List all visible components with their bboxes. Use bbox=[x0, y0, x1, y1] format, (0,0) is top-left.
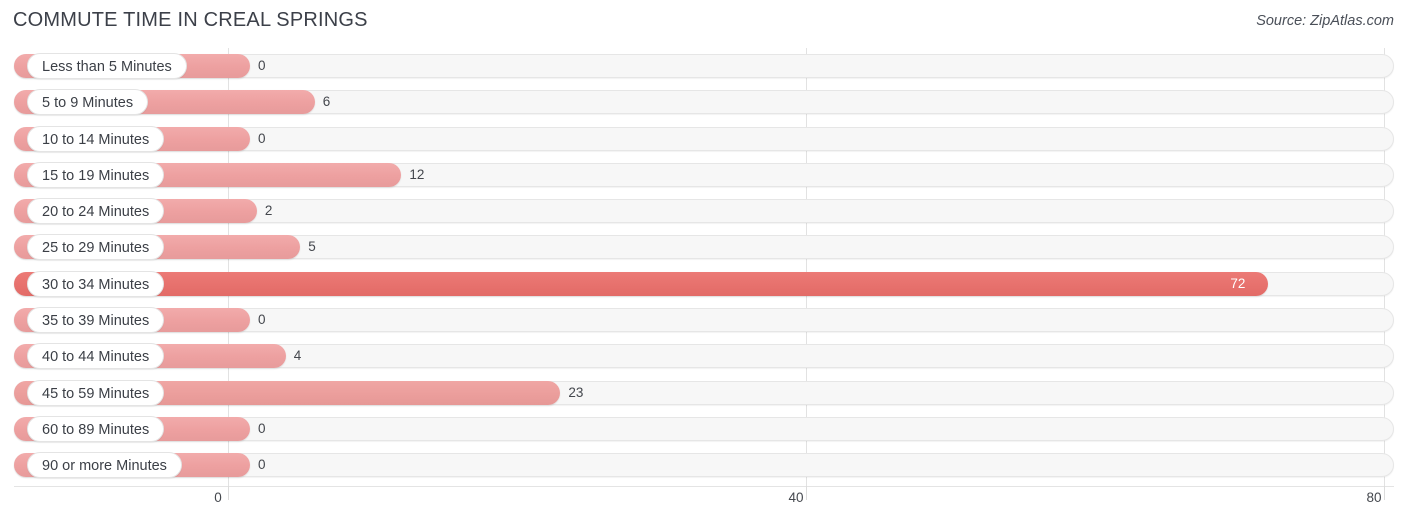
bar[interactable] bbox=[14, 271, 1269, 296]
bar-value-label: 5 bbox=[308, 239, 316, 255]
plot-area: 0 Less than 5 Minutes 6 5 to 9 Minutes 0 10 t… bbox=[0, 48, 1406, 486]
chart-page: COMMUTE TIME IN CREAL SPRINGS Source: Zi… bbox=[0, 0, 1406, 523]
chart-row: 12 15 to 19 Minutes bbox=[0, 157, 1406, 193]
category-label: 20 to 24 Minutes bbox=[27, 198, 165, 225]
bar-value-label: 4 bbox=[293, 348, 302, 364]
axis-tick-label: 40 bbox=[788, 490, 804, 505]
category-label: 90 or more Minutes bbox=[27, 452, 182, 479]
bar-value-label: 0 bbox=[258, 130, 266, 146]
chart-row: 0 60 to 89 Minutes bbox=[0, 411, 1406, 447]
bar-value-label: 0 bbox=[258, 420, 266, 436]
chart-row: 72 30 to 34 Minutes bbox=[0, 266, 1406, 302]
category-label: 60 to 89 Minutes bbox=[27, 415, 165, 442]
page-title: COMMUTE TIME IN CREAL SPRINGS bbox=[13, 9, 368, 31]
category-label: 25 to 29 Minutes bbox=[27, 234, 165, 261]
axis-tick bbox=[1384, 486, 1385, 500]
x-axis: 0 40 80 bbox=[0, 486, 1406, 523]
chart-row: 0 90 or more Minutes bbox=[0, 447, 1406, 483]
category-label: Less than 5 Minutes bbox=[27, 53, 187, 79]
axis-tick-label: 0 bbox=[214, 490, 222, 505]
chart-row: 0 Less than 5 Minutes bbox=[0, 48, 1406, 84]
category-label: 15 to 19 Minutes bbox=[27, 161, 165, 188]
bar-value-label: 0 bbox=[258, 457, 266, 473]
axis-tick bbox=[228, 486, 229, 500]
bar-value-label: 72 bbox=[1230, 275, 1246, 291]
source-attribution: Source: ZipAtlas.com bbox=[1256, 13, 1394, 29]
bar-rows: 0 Less than 5 Minutes 6 5 to 9 Minutes 0 10 t… bbox=[0, 48, 1406, 484]
bar-value-label: 23 bbox=[568, 384, 584, 400]
chart-row: 23 45 to 59 Minutes bbox=[0, 375, 1406, 411]
bar-value-label: 0 bbox=[258, 312, 266, 328]
axis-tick-label: 80 bbox=[1366, 490, 1382, 505]
category-label: 10 to 14 Minutes bbox=[27, 125, 165, 152]
chart-row: 5 25 to 29 Minutes bbox=[0, 229, 1406, 265]
category-label: 40 to 44 Minutes bbox=[27, 343, 165, 370]
bar-value-label: 12 bbox=[409, 166, 425, 182]
chart-row: 2 20 to 24 Minutes bbox=[0, 193, 1406, 229]
bar-value-label: 6 bbox=[322, 94, 331, 110]
category-label: 45 to 59 Minutes bbox=[27, 379, 165, 406]
chart-row: 0 35 to 39 Minutes bbox=[0, 302, 1406, 338]
axis-tick bbox=[806, 486, 807, 500]
bar-value-label: 2 bbox=[264, 203, 273, 219]
bar-value-label: 0 bbox=[258, 58, 266, 73]
category-label: 35 to 39 Minutes bbox=[27, 307, 165, 334]
chart-row: 4 40 to 44 Minutes bbox=[0, 338, 1406, 374]
category-label: 30 to 34 Minutes bbox=[27, 270, 165, 297]
chart-row: 0 10 to 14 Minutes bbox=[0, 121, 1406, 157]
axis-line bbox=[14, 486, 1394, 487]
category-label: 5 to 9 Minutes bbox=[27, 89, 149, 116]
chart-row: 6 5 to 9 Minutes bbox=[0, 84, 1406, 120]
